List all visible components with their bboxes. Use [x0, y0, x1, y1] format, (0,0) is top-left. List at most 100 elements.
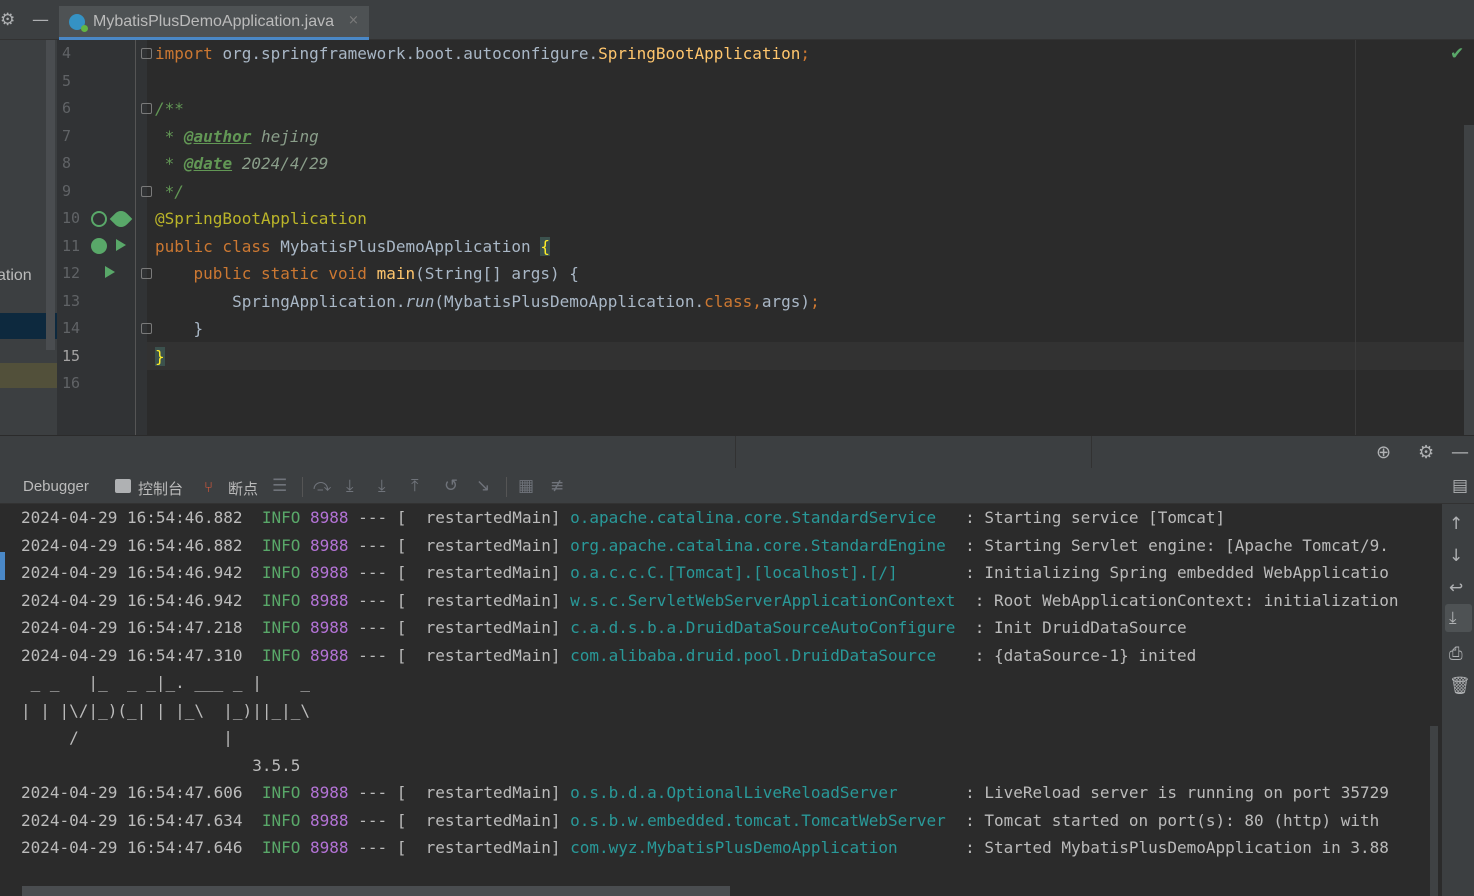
gear-icon[interactable]: ⚙ [1418, 442, 1434, 463]
code-token: class [704, 292, 753, 311]
project-tree-item[interactable]: ation [0, 267, 32, 285]
editor-scrollbar[interactable] [1464, 125, 1474, 435]
code-line[interactable]: } [155, 343, 165, 370]
force-step-into-icon[interactable]: ⤓ [378, 476, 386, 496]
log-logger[interactable]: org.apache.catalina.core.StandardEngine [570, 536, 965, 555]
code-token: public static void [155, 264, 377, 283]
code-line[interactable]: public class MybatisPlusDemoApplication … [155, 233, 550, 260]
run-class-icon[interactable] [116, 239, 126, 251]
line-number[interactable]: 10 [62, 205, 86, 232]
line-number[interactable]: 9 [62, 178, 86, 205]
gear-icon[interactable]: ⚙ [0, 10, 15, 30]
code-line[interactable]: SpringApplication.run(MybatisPlusDemoApp… [155, 288, 820, 315]
layout-icon[interactable]: ▤ [1452, 476, 1468, 496]
java-class-icon [69, 14, 88, 32]
fold-marker-icon[interactable] [141, 48, 152, 59]
log-sep: --- [ restartedMain] [348, 508, 571, 527]
log-sep: --- [ restartedMain] [348, 811, 571, 830]
minimize-icon[interactable]: — [1451, 442, 1469, 463]
code-line[interactable]: public static void main(String[] args) { [155, 260, 579, 287]
log-logger[interactable]: o.s.b.d.a.OptionalLiveReloadServer [570, 783, 965, 802]
log-logger[interactable]: o.a.c.c.C.[Tomcat].[localhost].[/] [570, 563, 965, 582]
code-token: args) [761, 292, 811, 311]
fold-marker-icon[interactable] [141, 268, 152, 279]
run-main-icon[interactable] [105, 266, 115, 278]
log-line: 2024-04-29 16:54:47.606 INFO 8988 --- [ … [21, 779, 1389, 806]
crosshair-icon[interactable]: ⊕ [1376, 442, 1391, 463]
line-number[interactable]: 15 [62, 343, 86, 370]
code-line[interactable]: * @author hejing [155, 123, 319, 150]
menu-icon[interactable]: ☰ [272, 476, 287, 496]
code-line[interactable]: /** [155, 95, 184, 122]
code-line[interactable]: @SpringBootApplication [155, 205, 367, 232]
log-line: 2024-04-29 16:54:46.882 INFO 8988 --- [ … [21, 532, 1389, 559]
line-number[interactable]: 13 [62, 288, 86, 315]
code-token: * [155, 154, 184, 173]
banner-line: / | [21, 728, 233, 747]
fold-marker-icon[interactable] [141, 186, 152, 197]
tab-breakpoints[interactable]: 断点 [228, 478, 258, 499]
code-token: 2024/4/29 [232, 154, 329, 173]
log-logger[interactable]: com.wyz.MybatisPlusDemoApplication [570, 838, 965, 857]
line-number[interactable]: 4 [62, 40, 86, 67]
log-logger[interactable]: com.alibaba.druid.pool.DruidDataSource [570, 646, 975, 665]
code-token: (String[] args) { [415, 264, 579, 283]
down-arrow-icon[interactable]: ↓ [1449, 546, 1463, 566]
spring-bean-icon[interactable] [91, 211, 107, 227]
drop-frame-icon[interactable]: ↺ [444, 476, 458, 496]
step-out-icon[interactable]: ⤒ [411, 476, 419, 496]
code-line[interactable]: */ [155, 178, 184, 205]
log-sep: --- [ restartedMain] [348, 646, 571, 665]
step-over-icon[interactable]: ⤼ [313, 476, 331, 496]
log-logger[interactable]: w.s.c.ServletWebServerApplicationContext [570, 591, 975, 610]
log-logger[interactable]: o.apache.catalina.core.StandardService [570, 508, 965, 527]
line-number[interactable]: 16 [62, 370, 86, 397]
line-number[interactable]: 5 [62, 68, 86, 95]
up-arrow-icon[interactable]: ↑ [1449, 514, 1463, 534]
minimize-icon[interactable]: — [32, 10, 49, 30]
line-number[interactable]: 11 [62, 233, 86, 260]
code-token: @author [183, 127, 252, 146]
tab-debugger[interactable]: Debugger [23, 478, 89, 495]
trash-icon[interactable]: 🗑 [1449, 676, 1471, 696]
code-token: ; [800, 44, 811, 63]
project-scrollbar[interactable] [46, 40, 55, 350]
line-number[interactable]: 12 [62, 260, 86, 287]
trace-icon[interactable]: ≢ [550, 476, 564, 496]
editor-tab[interactable]: MybatisPlusDemoApplication.java × [59, 6, 369, 40]
code-token: main [376, 264, 416, 283]
log-logger[interactable]: o.s.b.w.embedded.tomcat.TomcatWebServer [570, 811, 965, 830]
log-line: 2024-04-29 16:54:47.634 INFO 8988 --- [ … [21, 807, 1379, 834]
line-number[interactable]: 8 [62, 150, 86, 177]
log-line: 2024-04-29 16:54:47.218 INFO 8988 --- [ … [21, 614, 1187, 641]
run-to-cursor-icon[interactable]: ↘ [476, 476, 490, 496]
log-ts: 2024-04-29 16:54:47.646 [21, 838, 243, 857]
line-number[interactable]: 6 [62, 95, 86, 122]
evaluate-icon[interactable]: ▦ [518, 476, 534, 496]
line-number[interactable]: 7 [62, 123, 86, 150]
spring-boot-icon[interactable] [91, 238, 107, 254]
print-icon[interactable]: ⎙ [1449, 644, 1463, 664]
line-number[interactable]: 14 [62, 315, 86, 342]
code-line[interactable]: import org.springframework.boot.autoconf… [155, 40, 810, 67]
log-line: 2024-04-29 16:54:47.646 INFO 8988 --- [ … [21, 834, 1389, 861]
editor-tab-bar: ⚙ — MybatisPlusDemoApplication.java × [0, 0, 1474, 40]
close-icon[interactable]: × [348, 13, 359, 28]
log-pid: 8988 [310, 783, 349, 802]
log-ts: 2024-04-29 16:54:46.942 [21, 591, 243, 610]
right-margin-guide [1355, 40, 1356, 435]
console-hscrollbar[interactable] [22, 886, 730, 896]
code-line[interactable]: } [155, 315, 204, 342]
step-into-icon[interactable]: ⤓ [346, 476, 354, 496]
log-pid: 8988 [310, 536, 349, 555]
fold-marker-icon[interactable] [141, 103, 152, 114]
code-line[interactable]: * @date 2024/4/29 [155, 150, 329, 177]
log-ts: 2024-04-29 16:54:46.942 [21, 563, 243, 582]
console-output[interactable]: 2024-04-29 16:54:46.882 INFO 8988 --- [ … [0, 504, 1442, 896]
fold-marker-icon[interactable] [141, 323, 152, 334]
tab-console[interactable]: 控制台 [138, 478, 184, 507]
console-vscrollbar[interactable] [1430, 726, 1438, 896]
log-logger[interactable]: c.a.d.s.b.a.DruidDataSourceAutoConfigure [570, 618, 975, 637]
soft-wrap-icon[interactable]: ↩ [1449, 578, 1463, 598]
scroll-to-end-icon[interactable]: ⤓ [1449, 608, 1457, 628]
